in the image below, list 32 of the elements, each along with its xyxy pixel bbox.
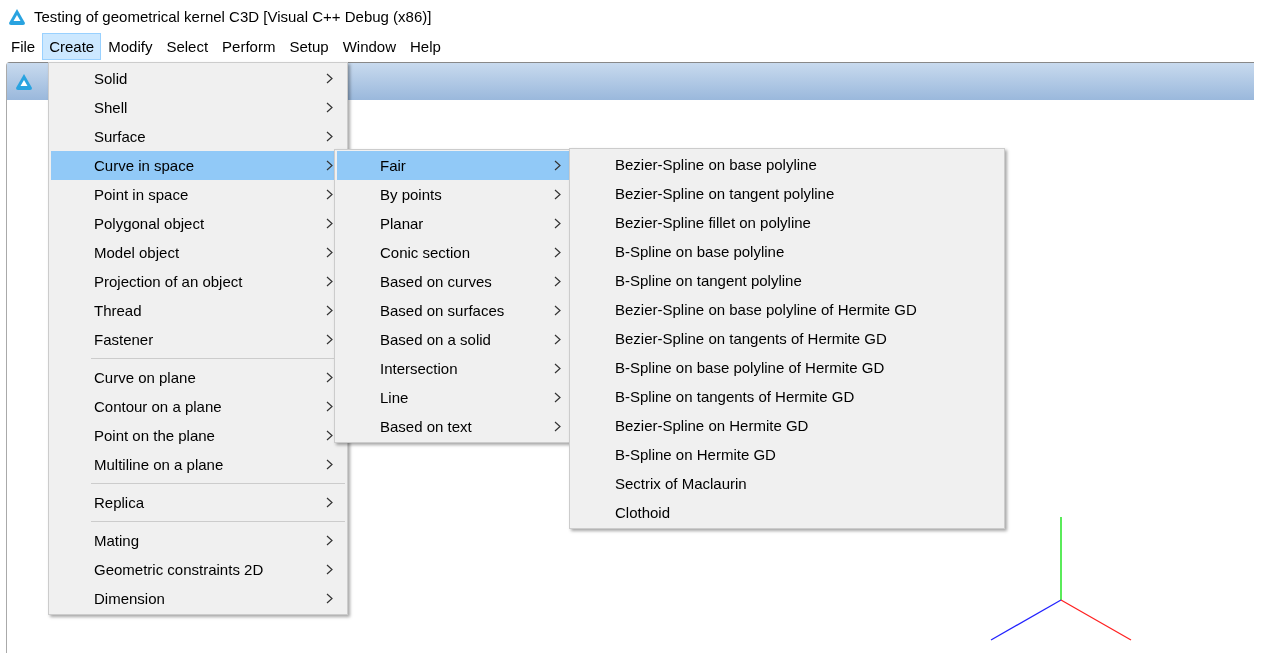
app-logo-icon xyxy=(15,72,33,91)
menu-item[interactable]: Replica xyxy=(51,488,345,517)
menu-bar-item[interactable]: File xyxy=(4,33,43,60)
menu-item[interactable]: Bezier-Spline on tangent polyline xyxy=(572,179,1002,208)
menu-item[interactable]: Geometric constraints 2D xyxy=(51,555,345,584)
menu-item[interactable]: B-Spline on Hermite GD xyxy=(572,440,1002,469)
menu-bar-item[interactable]: Select xyxy=(159,33,216,60)
menu-item[interactable]: Surface xyxy=(51,122,345,151)
menu-item[interactable]: Bezier-Spline on Hermite GD xyxy=(572,411,1002,440)
menu-item[interactable]: B-Spline on base polyline xyxy=(572,237,1002,266)
menu-bar-item[interactable]: Window xyxy=(335,33,403,60)
window-title: Testing of geometrical kernel C3D [Visual C++ Debug (x86)] xyxy=(34,8,432,25)
menu-item[interactable]: Bezier-Spline on base polyline xyxy=(572,150,1002,179)
menu-item[interactable]: Clothoid xyxy=(572,498,1002,527)
menu-item[interactable]: B-Spline on base polyline of Hermite GD xyxy=(572,353,1002,382)
menu-bar-item[interactable]: Perform xyxy=(215,33,283,60)
menu-bar-item[interactable]: Create xyxy=(42,33,102,60)
menu-item[interactable]: Bezier-Spline on tangents of Hermite GD xyxy=(572,324,1002,353)
menu-item[interactable]: Bezier-Spline on base polyline of Hermite GD xyxy=(572,295,1002,324)
menu-item[interactable]: Sectrix of Maclaurin xyxy=(572,469,1002,498)
app-logo-icon xyxy=(8,7,26,26)
menu-item[interactable]: B-Spline on tangent polyline xyxy=(572,266,1002,295)
menu-item[interactable]: Multiline on a plane xyxy=(51,450,345,479)
menu-bar-item[interactable]: Help xyxy=(403,33,448,60)
menu-item[interactable]: Bezier-Spline fillet on polyline xyxy=(572,208,1002,237)
menu-item[interactable]: B-Spline on tangents of Hermite GD xyxy=(572,382,1002,411)
menu-bar-item[interactable]: Modify xyxy=(101,33,160,60)
menu-item[interactable]: Solid xyxy=(51,64,345,93)
menu-bar-item[interactable]: Setup xyxy=(282,33,336,60)
menu-item[interactable]: Shell xyxy=(51,93,345,122)
menu-item[interactable]: Dimension xyxy=(51,584,345,613)
menu-item[interactable]: Mating xyxy=(51,526,345,555)
